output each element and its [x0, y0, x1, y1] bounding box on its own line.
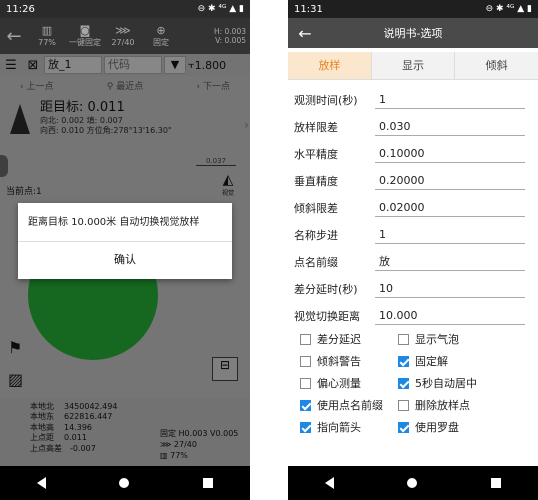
field-label: 差分延时(秒): [294, 282, 358, 296]
nav-home-icon[interactable]: [119, 478, 130, 488]
name-step-input[interactable]: 1: [375, 226, 525, 244]
use-compass-checkbox[interactable]: 使用罗盘: [398, 419, 496, 435]
field-label: 垂直精度: [294, 174, 338, 188]
left-screen: 11:26 ⊖ ✱ ⁴ᴳ ▲ ▮ ← ▥ 77% ◙ 一键固定 ⋙ 27/40 …: [0, 0, 250, 500]
form-row: 放样限差 0.030: [288, 113, 538, 140]
checkbox-row: 指向箭头 使用罗盘: [300, 416, 536, 438]
status-icons: ⊖ ✱ ⁴ᴳ ▲ ▮: [197, 4, 244, 14]
checkbox-row: 倾斜警告 固定解: [300, 350, 536, 372]
show-bubble-checkbox[interactable]: 显示气泡: [398, 331, 496, 347]
field-label: 视觉切换距离: [294, 309, 360, 323]
tilt-tolerance-input[interactable]: 0.02000: [375, 199, 525, 217]
tab-tilt[interactable]: 倾斜: [455, 52, 538, 79]
delete-stakeout-point-checkbox[interactable]: 删除放样点: [398, 397, 496, 413]
form-row: 观测时间(秒) 1: [288, 86, 538, 113]
form-row: 点名前缀 放: [288, 248, 538, 275]
form-row: 名称步进 1: [288, 221, 538, 248]
field-label: 倾斜限差: [294, 201, 338, 215]
checkbox-row: 差分延迟 显示气泡: [300, 328, 536, 350]
status-time: 11:31: [294, 3, 323, 15]
pointing-arrow-checkbox[interactable]: 指向箭头: [300, 419, 398, 435]
page-title: 说明书-选项: [383, 27, 443, 40]
field-label: 水平精度: [294, 147, 338, 161]
field-label: 名称步进: [294, 228, 338, 242]
stakeout-options-form: 观测时间(秒) 1 放样限差 0.030 水平精度 0.10000 垂直精度 0.200…: [288, 86, 538, 329]
nav-home-icon[interactable]: [407, 478, 418, 488]
observation-time-input[interactable]: 1: [375, 91, 525, 109]
confirm-button[interactable]: 确认: [18, 242, 232, 278]
tab-display[interactable]: 显示: [371, 52, 456, 79]
system-nav-bar: [288, 466, 538, 500]
nav-back-icon[interactable]: [36, 477, 46, 489]
horizontal-precision-input[interactable]: 0.10000: [375, 145, 525, 163]
status-bar: 11:31 ⊖ ✱ ⁴ᴳ ▲ ▮: [288, 0, 538, 18]
diff-delay-input[interactable]: 10: [375, 280, 525, 298]
status-icons: ⊖ ✱ ⁴ᴳ ▲ ▮: [485, 4, 532, 14]
option-checkboxes: 差分延迟 显示气泡 倾斜警告 固定解 偏心测量 5秒自动居中 使用点名前缀 删除…: [300, 328, 536, 438]
fixed-solution-checkbox[interactable]: 固定解: [398, 353, 496, 369]
stakeout-tolerance-input[interactable]: 0.030: [375, 118, 525, 136]
nav-recents-icon[interactable]: [491, 478, 502, 488]
auto-switch-dialog: 距离目标 10.000米 自动切换视觉放样 确认: [18, 203, 232, 279]
status-bar: 11:26 ⊖ ✱ ⁴ᴳ ▲ ▮: [0, 0, 250, 18]
form-row: 倾斜限差 0.02000: [288, 194, 538, 221]
form-row: 差分延时(秒) 10: [288, 275, 538, 302]
form-row: 垂直精度 0.20000: [288, 167, 538, 194]
checkbox-row: 使用点名前缀 删除放样点: [300, 394, 536, 416]
dialog-message: 距离目标 10.000米 自动切换视觉放样: [28, 217, 200, 228]
checkbox-row: 偏心测量 5秒自动居中: [300, 372, 536, 394]
auto-center-checkbox[interactable]: 5秒自动居中: [398, 375, 496, 391]
back-arrow-icon[interactable]: ←: [288, 24, 322, 43]
tab-stakeout[interactable]: 放样: [288, 52, 372, 79]
right-screen: 11:31 ⊖ ✱ ⁴ᴳ ▲ ▮ ← 说明书-选项 放样 显示 倾斜 观测时间(…: [288, 0, 538, 500]
form-row: 视觉切换距离 10.000: [288, 302, 538, 329]
visual-switch-distance-input[interactable]: 10.000: [375, 307, 525, 325]
vertical-precision-input[interactable]: 0.20000: [375, 172, 525, 190]
app-header: ← 说明书-选项: [288, 18, 538, 48]
offset-measure-checkbox[interactable]: 偏心测量: [300, 375, 398, 391]
status-time: 11:26: [6, 3, 35, 15]
system-nav-bar: [0, 466, 250, 500]
tilt-warning-checkbox[interactable]: 倾斜警告: [300, 353, 398, 369]
options-tabs: 放样 显示 倾斜: [288, 52, 538, 80]
field-label: 点名前缀: [294, 255, 338, 269]
field-label: 放样限差: [294, 120, 338, 134]
diff-delay-checkbox[interactable]: 差分延迟: [300, 331, 398, 347]
nav-back-icon[interactable]: [324, 477, 334, 489]
nav-recents-icon[interactable]: [203, 478, 214, 488]
name-prefix-input[interactable]: 放: [375, 253, 525, 271]
form-row: 水平精度 0.10000: [288, 140, 538, 167]
field-label: 观测时间(秒): [294, 93, 358, 107]
use-name-prefix-checkbox[interactable]: 使用点名前缀: [300, 397, 398, 413]
